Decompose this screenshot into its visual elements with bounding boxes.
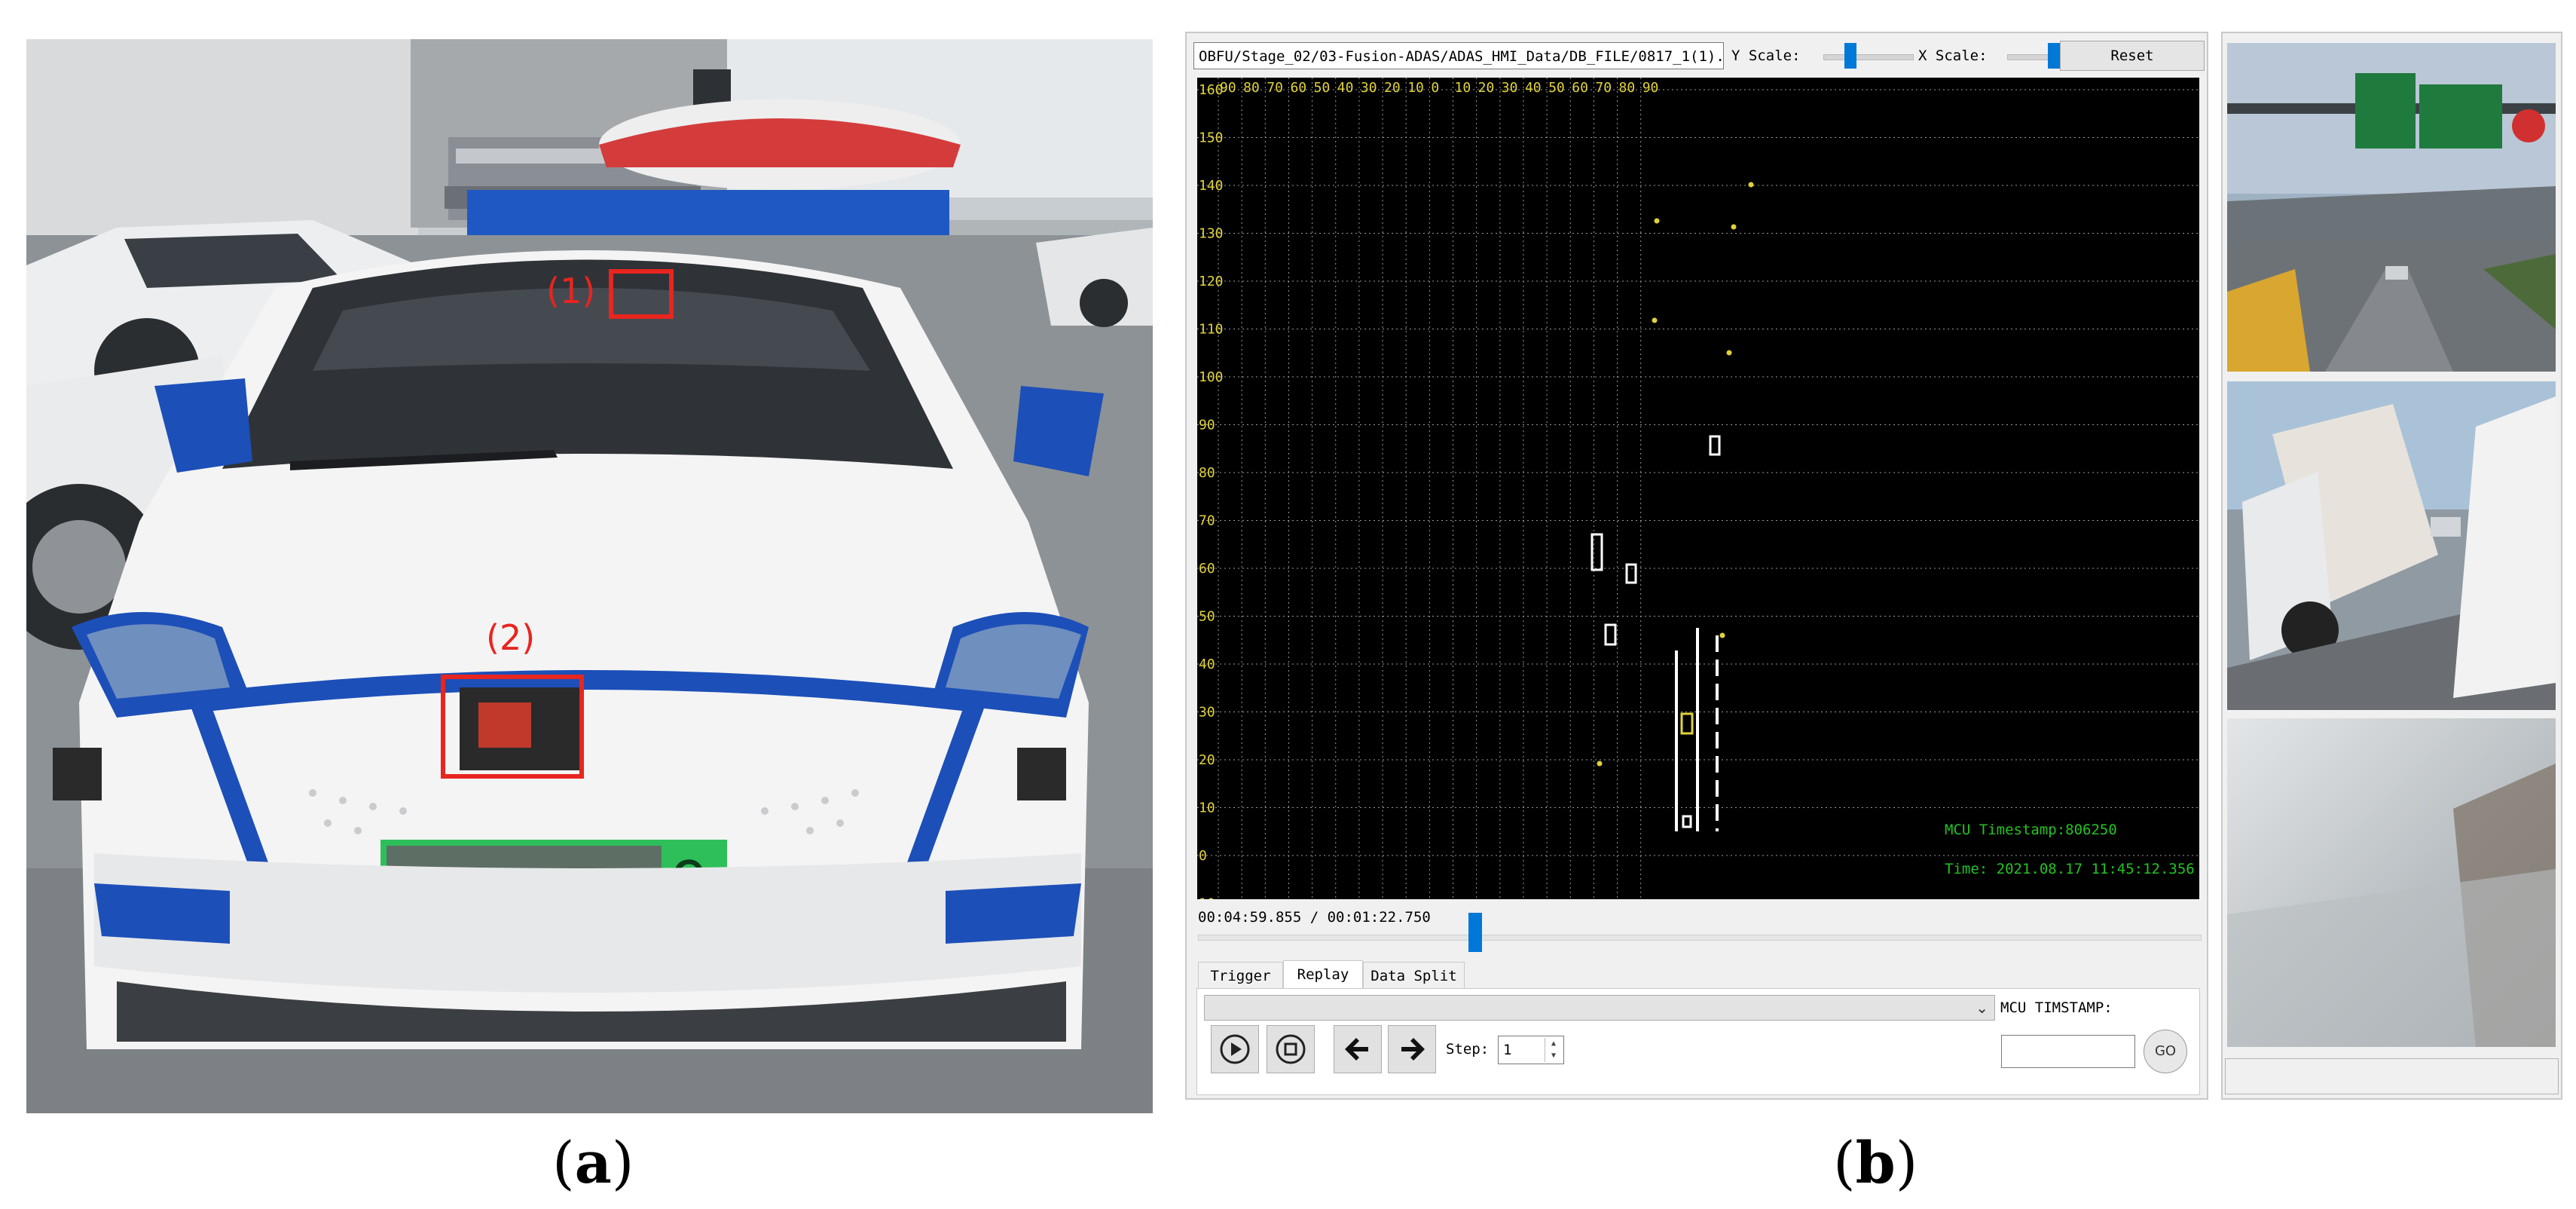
y-tick-label: 130 bbox=[1199, 226, 1224, 242]
y-tick-label: 10 bbox=[1199, 896, 1215, 900]
y-scale-slider-track[interactable] bbox=[1823, 54, 1914, 60]
x-tick-label: 40 bbox=[1525, 80, 1542, 96]
tab-replay[interactable]: Replay bbox=[1283, 960, 1363, 989]
x-tick-label: 20 bbox=[1478, 80, 1495, 96]
y-tick-label: 40 bbox=[1199, 657, 1215, 672]
callout-label-1: (1) bbox=[546, 271, 595, 311]
mcu-timestamp-readout: MCU Timestamp:806250 bbox=[1945, 822, 2117, 838]
seek-thumb[interactable] bbox=[1468, 913, 1482, 952]
playback-time: 00:04:59.855 / 00:01:22.750 bbox=[1198, 909, 1431, 926]
radar-target bbox=[1731, 224, 1737, 230]
y-tick-label: 80 bbox=[1199, 465, 1215, 481]
x-tick-label: 70 bbox=[1595, 80, 1612, 96]
play-button[interactable] bbox=[1211, 1025, 1259, 1073]
time-readout: Time: 2021.08.17 11:45:12.356 bbox=[1945, 861, 2195, 877]
plot-y-ticks: 1601501401301201101009080706050403020100… bbox=[1199, 82, 1224, 912]
caption-a: (a) bbox=[552, 1129, 634, 1196]
caption-b: (b) bbox=[1833, 1129, 1918, 1196]
tracked-objects bbox=[1591, 435, 1721, 828]
x-tick-label: 90 bbox=[1642, 80, 1659, 96]
y-tick-label: 70 bbox=[1199, 513, 1215, 529]
radar-plot[interactable]: 90 80 70 60 50 40 30 20 10 0 10 20 30 40 50 60 70 80 90 16… bbox=[1197, 78, 2199, 912]
x-tick-label: 30 bbox=[1361, 80, 1377, 96]
spin-arrows-icon[interactable]: ▲ ▼ bbox=[1545, 1038, 1562, 1062]
chevron-down-icon[interactable]: ⌄ bbox=[1976, 999, 1988, 1017]
y-tick-label: 160 bbox=[1199, 82, 1224, 98]
y-tick-label: 120 bbox=[1199, 274, 1224, 289]
x-tick-label: 10 bbox=[1455, 80, 1471, 96]
x-scale-slider-thumb[interactable] bbox=[2048, 43, 2060, 69]
plot-x-ticks: 90 80 70 60 50 40 30 20 10 0 10 20 30 40 50 60 70 80 90 bbox=[1220, 80, 1658, 96]
next-button[interactable] bbox=[1388, 1025, 1436, 1073]
camera-view-right bbox=[2227, 718, 2556, 1047]
x-tick-label: 60 bbox=[1572, 80, 1588, 96]
x-tick-label: 70 bbox=[1267, 80, 1283, 96]
tracked-object bbox=[1625, 563, 1637, 584]
camera-view-left bbox=[2227, 381, 2556, 710]
y-tick-label: 150 bbox=[1199, 130, 1224, 146]
y-tick-label: 50 bbox=[1199, 609, 1215, 625]
tracked-object bbox=[1709, 435, 1721, 456]
radar-target bbox=[1652, 317, 1658, 323]
x-tick-label: 30 bbox=[1502, 80, 1518, 96]
x-tick-label: 20 bbox=[1384, 80, 1401, 96]
reset-button[interactable]: Reset bbox=[2060, 41, 2205, 71]
callout-label-2: (2) bbox=[486, 617, 535, 658]
camera-status-bar bbox=[2225, 1058, 2559, 1094]
y-tick-label: 140 bbox=[1199, 178, 1224, 194]
mcu-timestamp-label: MCU TIMSTAMP: bbox=[2000, 999, 2113, 1016]
x-tick-label: 50 bbox=[1548, 80, 1565, 96]
y-scale-label: Y Scale: bbox=[1731, 47, 1801, 64]
step-value[interactable]: 1 bbox=[1503, 1042, 1511, 1058]
y-tick-label: 30 bbox=[1199, 705, 1215, 721]
camera-view-front bbox=[2227, 43, 2556, 372]
x-scale-label: X Scale: bbox=[1918, 47, 1988, 64]
y-tick-label: 90 bbox=[1199, 418, 1215, 433]
x-tick-label: 10 bbox=[1407, 80, 1424, 96]
step-stepper[interactable]: 1 ▲ ▼ bbox=[1498, 1036, 1564, 1064]
x-tick-label: 80 bbox=[1619, 80, 1636, 96]
y-tick-label: 110 bbox=[1199, 322, 1224, 338]
go-button[interactable]: GO bbox=[2144, 1030, 2187, 1073]
x-tick-label: 0 bbox=[1431, 80, 1439, 96]
ego-vehicle bbox=[1680, 712, 1694, 735]
x-tick-label: 40 bbox=[1337, 80, 1354, 96]
tab-trigger[interactable]: Trigger bbox=[1198, 962, 1283, 989]
record-select[interactable]: ⌄ bbox=[1204, 995, 1995, 1021]
ego-marker bbox=[1682, 815, 1692, 828]
x-tick-label: 50 bbox=[1314, 80, 1331, 96]
radar-target bbox=[1719, 632, 1725, 638]
y-tick-label: 20 bbox=[1199, 752, 1215, 768]
stop-icon bbox=[1276, 1034, 1306, 1064]
tab-data-split[interactable]: Data Split bbox=[1363, 962, 1465, 989]
previous-button[interactable] bbox=[1334, 1025, 1382, 1073]
stop-button[interactable] bbox=[1267, 1025, 1315, 1073]
radar-target bbox=[1597, 761, 1603, 767]
seek-track[interactable] bbox=[1198, 935, 2202, 941]
radar-target bbox=[1726, 350, 1732, 356]
x-tick-label: 80 bbox=[1243, 80, 1260, 96]
y-tick-label: 60 bbox=[1199, 561, 1215, 577]
mcu-timestamp-input[interactable] bbox=[2001, 1035, 2135, 1068]
x-tick-label: 60 bbox=[1290, 80, 1306, 96]
vehicle-photo: 9 (1) (2) bbox=[26, 39, 1153, 1113]
step-label: Step: bbox=[1446, 1041, 1490, 1057]
radar-target bbox=[1654, 218, 1660, 224]
arrow-right-icon bbox=[1401, 1038, 1425, 1061]
y-scale-slider-thumb[interactable] bbox=[1844, 43, 1856, 69]
play-icon bbox=[1220, 1034, 1250, 1064]
radar-target bbox=[1748, 182, 1754, 188]
y-tick-label: 0 bbox=[1199, 848, 1207, 864]
db-file-path-field[interactable]: OBFU/Stage_02/03-Fusion-ADAS/ADAS_HMI_Da… bbox=[1193, 42, 1724, 69]
y-tick-label: 100 bbox=[1199, 369, 1224, 385]
tracked-object bbox=[1604, 623, 1617, 646]
y-tick-label: 10 bbox=[1199, 800, 1215, 816]
arrow-left-icon bbox=[1345, 1038, 1368, 1061]
